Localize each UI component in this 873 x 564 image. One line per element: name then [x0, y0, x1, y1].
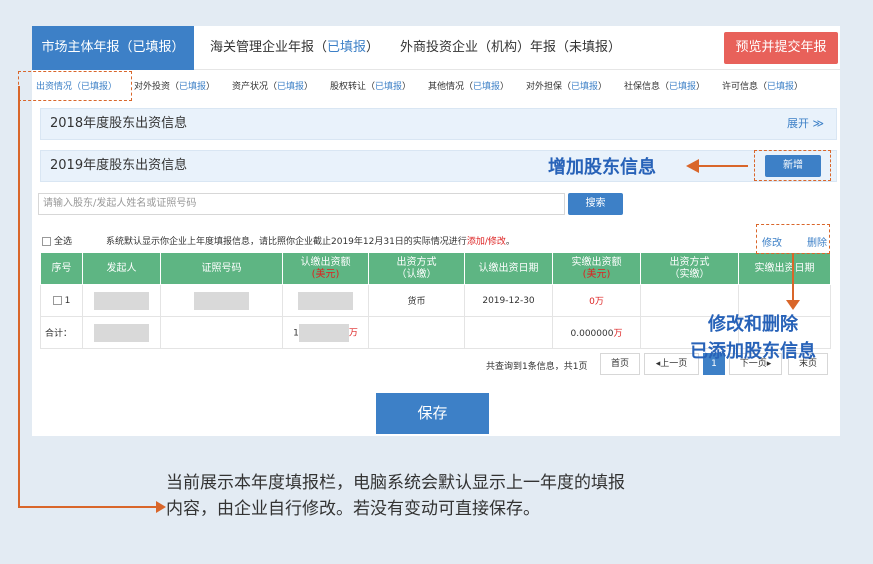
subscribed-method-cell: 货币 [368, 284, 465, 317]
highlight-add-button [754, 150, 831, 181]
header-paid-date: 实缴出资日期 [738, 252, 831, 285]
subtab-external-guarantee[interactable]: 对外担保（已填报） [526, 76, 607, 98]
preview-submit-button[interactable]: 预览并提交年报 [724, 32, 838, 64]
subscribed-date-cell: 2019-12-30 [464, 284, 553, 317]
total-initiator-cell [82, 316, 161, 349]
redacted-block [298, 291, 353, 310]
redacted-block [194, 291, 249, 310]
subtab-foreign-investment[interactable]: 对外投资（已填报） [134, 76, 215, 98]
highlight-subtab-capital [18, 71, 132, 101]
search-button[interactable]: 搜索 [568, 193, 623, 215]
search-input[interactable]: 请输入股东/发起人姓名或证照号码 [38, 193, 565, 215]
annotation-add-shareholder: 增加股东信息 [548, 157, 656, 178]
chevron-down-icon: ≫ [812, 117, 824, 130]
arrow-down-icon [786, 300, 800, 310]
total-empty-cell [160, 316, 283, 349]
tab-customs-label: 海关管理企业年报（ [210, 40, 328, 55]
arrow-right-icon [156, 501, 166, 513]
connector-horizontal [18, 506, 158, 508]
section-2018-title: 2018年度股东出资信息 [50, 116, 188, 131]
caption-text: 当前展示本年度填报栏，电脑系统会默认显示上一年度的填报 内容，由企业自行修改。若… [166, 470, 726, 522]
total-label: 合计： [40, 316, 83, 349]
arrow-line-add [698, 165, 748, 167]
select-all-checkbox[interactable] [42, 237, 51, 246]
row-checkbox[interactable] [52, 295, 62, 305]
tab-customs-status: 已填报 [327, 40, 367, 55]
header-subscribed-date: 认缴出资日期 [464, 252, 553, 285]
total-subscribed-cell: 1万 [282, 316, 369, 349]
section-2019-title: 2019年度股东出资信息 [50, 158, 188, 173]
table-header-row: 序号 发起人 证照号码 认缴出资额 (美元) 出资方式 （认缴） 认缴出资日期 实缴… [40, 252, 831, 285]
caption-line-2: 内容，由企业自行修改。若没有变动可直接保存。 [166, 499, 540, 519]
total-paid-cell: 0.000000万 [552, 316, 641, 349]
redacted-block [94, 291, 149, 310]
notice-text: 系统默认显示你企业上年度填报信息，请比照你企业截止2019年12月31日的实际情… [106, 237, 515, 247]
arrow-line-edit [792, 254, 794, 302]
tab-foreign-investment-report[interactable]: 外商投资企业（机构）年报（未填报） [400, 26, 621, 70]
subtab-equity-transfer[interactable]: 股权转让（已填报） [330, 76, 411, 98]
annotation-edit-delete: 修改和删除 [708, 314, 798, 335]
tab-customs-report[interactable]: 海关管理企业年报（已填报） [210, 26, 379, 70]
row-index-cell[interactable]: 1 [40, 284, 83, 317]
paid-amount-cell: 0万 [552, 284, 641, 317]
subtab-asset-status[interactable]: 资产状况（已填报） [232, 76, 313, 98]
tab-customs-close: ） [366, 40, 380, 55]
add-edit-link[interactable]: 添加/修改 [467, 237, 506, 247]
license-cell [160, 284, 283, 317]
arrow-left-icon [686, 159, 699, 173]
pager-info: 共查询到1条信息，共1页 [486, 362, 588, 372]
highlight-edit-delete [756, 224, 830, 254]
initiator-cell [82, 284, 161, 317]
connector-vertical [18, 86, 20, 507]
redacted-block [94, 323, 149, 342]
expand-link[interactable]: 展开 ≫ [787, 109, 824, 139]
pager-first[interactable]: 首页 [600, 353, 640, 375]
subscribed-amount-cell [282, 284, 369, 317]
subtab-license-info[interactable]: 许可信息（已填报） [722, 76, 803, 98]
header-initiator: 发起人 [82, 252, 161, 285]
section-2018-contribution: 2018年度股东出资信息 展开 ≫ [40, 108, 837, 140]
caption-line-1: 当前展示本年度填报栏，电脑系统会默认显示上一年度的填报 [166, 473, 625, 493]
subtab-other-status[interactable]: 其他情况（已填报） [428, 76, 509, 98]
top-tab-bar: 市场主体年报（已填报） 海关管理企业年报（已填报） 外商投资企业（机构）年报（未… [32, 26, 840, 70]
select-all[interactable]: 全选 [42, 234, 72, 247]
header-license-number: 证照号码 [160, 252, 283, 285]
redacted-block [298, 323, 349, 342]
header-subscribed-method: 出资方式 （认缴） [368, 252, 465, 285]
header-subscribed-amount[interactable]: 认缴出资额 (美元) [282, 252, 369, 285]
header-index: 序号 [40, 252, 83, 285]
tab-market-entity-report[interactable]: 市场主体年报（已填报） [32, 26, 194, 70]
annual-report-panel: 市场主体年报（已填报） 海关管理企业年报（已填报） 外商投资企业（机构）年报（未… [32, 26, 840, 436]
save-button[interactable]: 保存 [376, 393, 489, 434]
subtab-social-security[interactable]: 社保信息（已填报） [624, 76, 705, 98]
annotation-added-info: 已添加股东信息 [690, 341, 816, 362]
total-empty-cell [464, 316, 553, 349]
total-empty-cell [368, 316, 465, 349]
header-paid-amount[interactable]: 实缴出资额 (美元) [552, 252, 641, 285]
header-paid-method: 出资方式 （实缴） [640, 252, 739, 285]
